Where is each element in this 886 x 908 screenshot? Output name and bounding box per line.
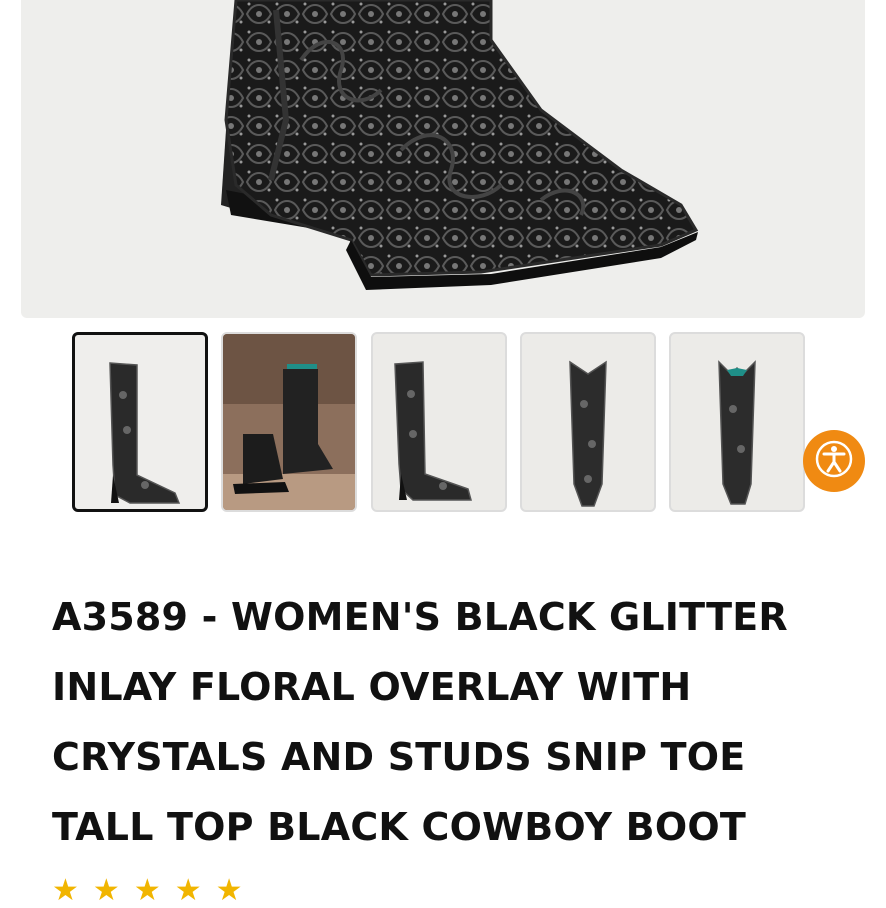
star-icon: ★ (215, 873, 243, 908)
star-icon: ★ (52, 873, 79, 908)
accessibility-button[interactable] (803, 430, 865, 492)
star-icon: ★ (133, 873, 161, 908)
star-icon: ★ (92, 873, 120, 908)
thumbnail-2[interactable] (221, 332, 357, 512)
thumbnail-1[interactable] (72, 332, 208, 512)
thumbnail-4[interactable] (520, 332, 656, 512)
thumbnail-5[interactable] (669, 332, 805, 512)
rating-stars: ★ ★ ★ ★ ★ (52, 873, 243, 908)
product-title: A3589 - WOMEN'S BLACK GLITTER INLAY FLOR… (52, 595, 788, 849)
main-product-image[interactable] (21, 0, 865, 318)
star-icon: ★ (174, 873, 202, 908)
accessibility-icon (814, 439, 854, 483)
thumbnail-3[interactable] (371, 332, 507, 512)
thumbnail-gallery (0, 330, 886, 520)
